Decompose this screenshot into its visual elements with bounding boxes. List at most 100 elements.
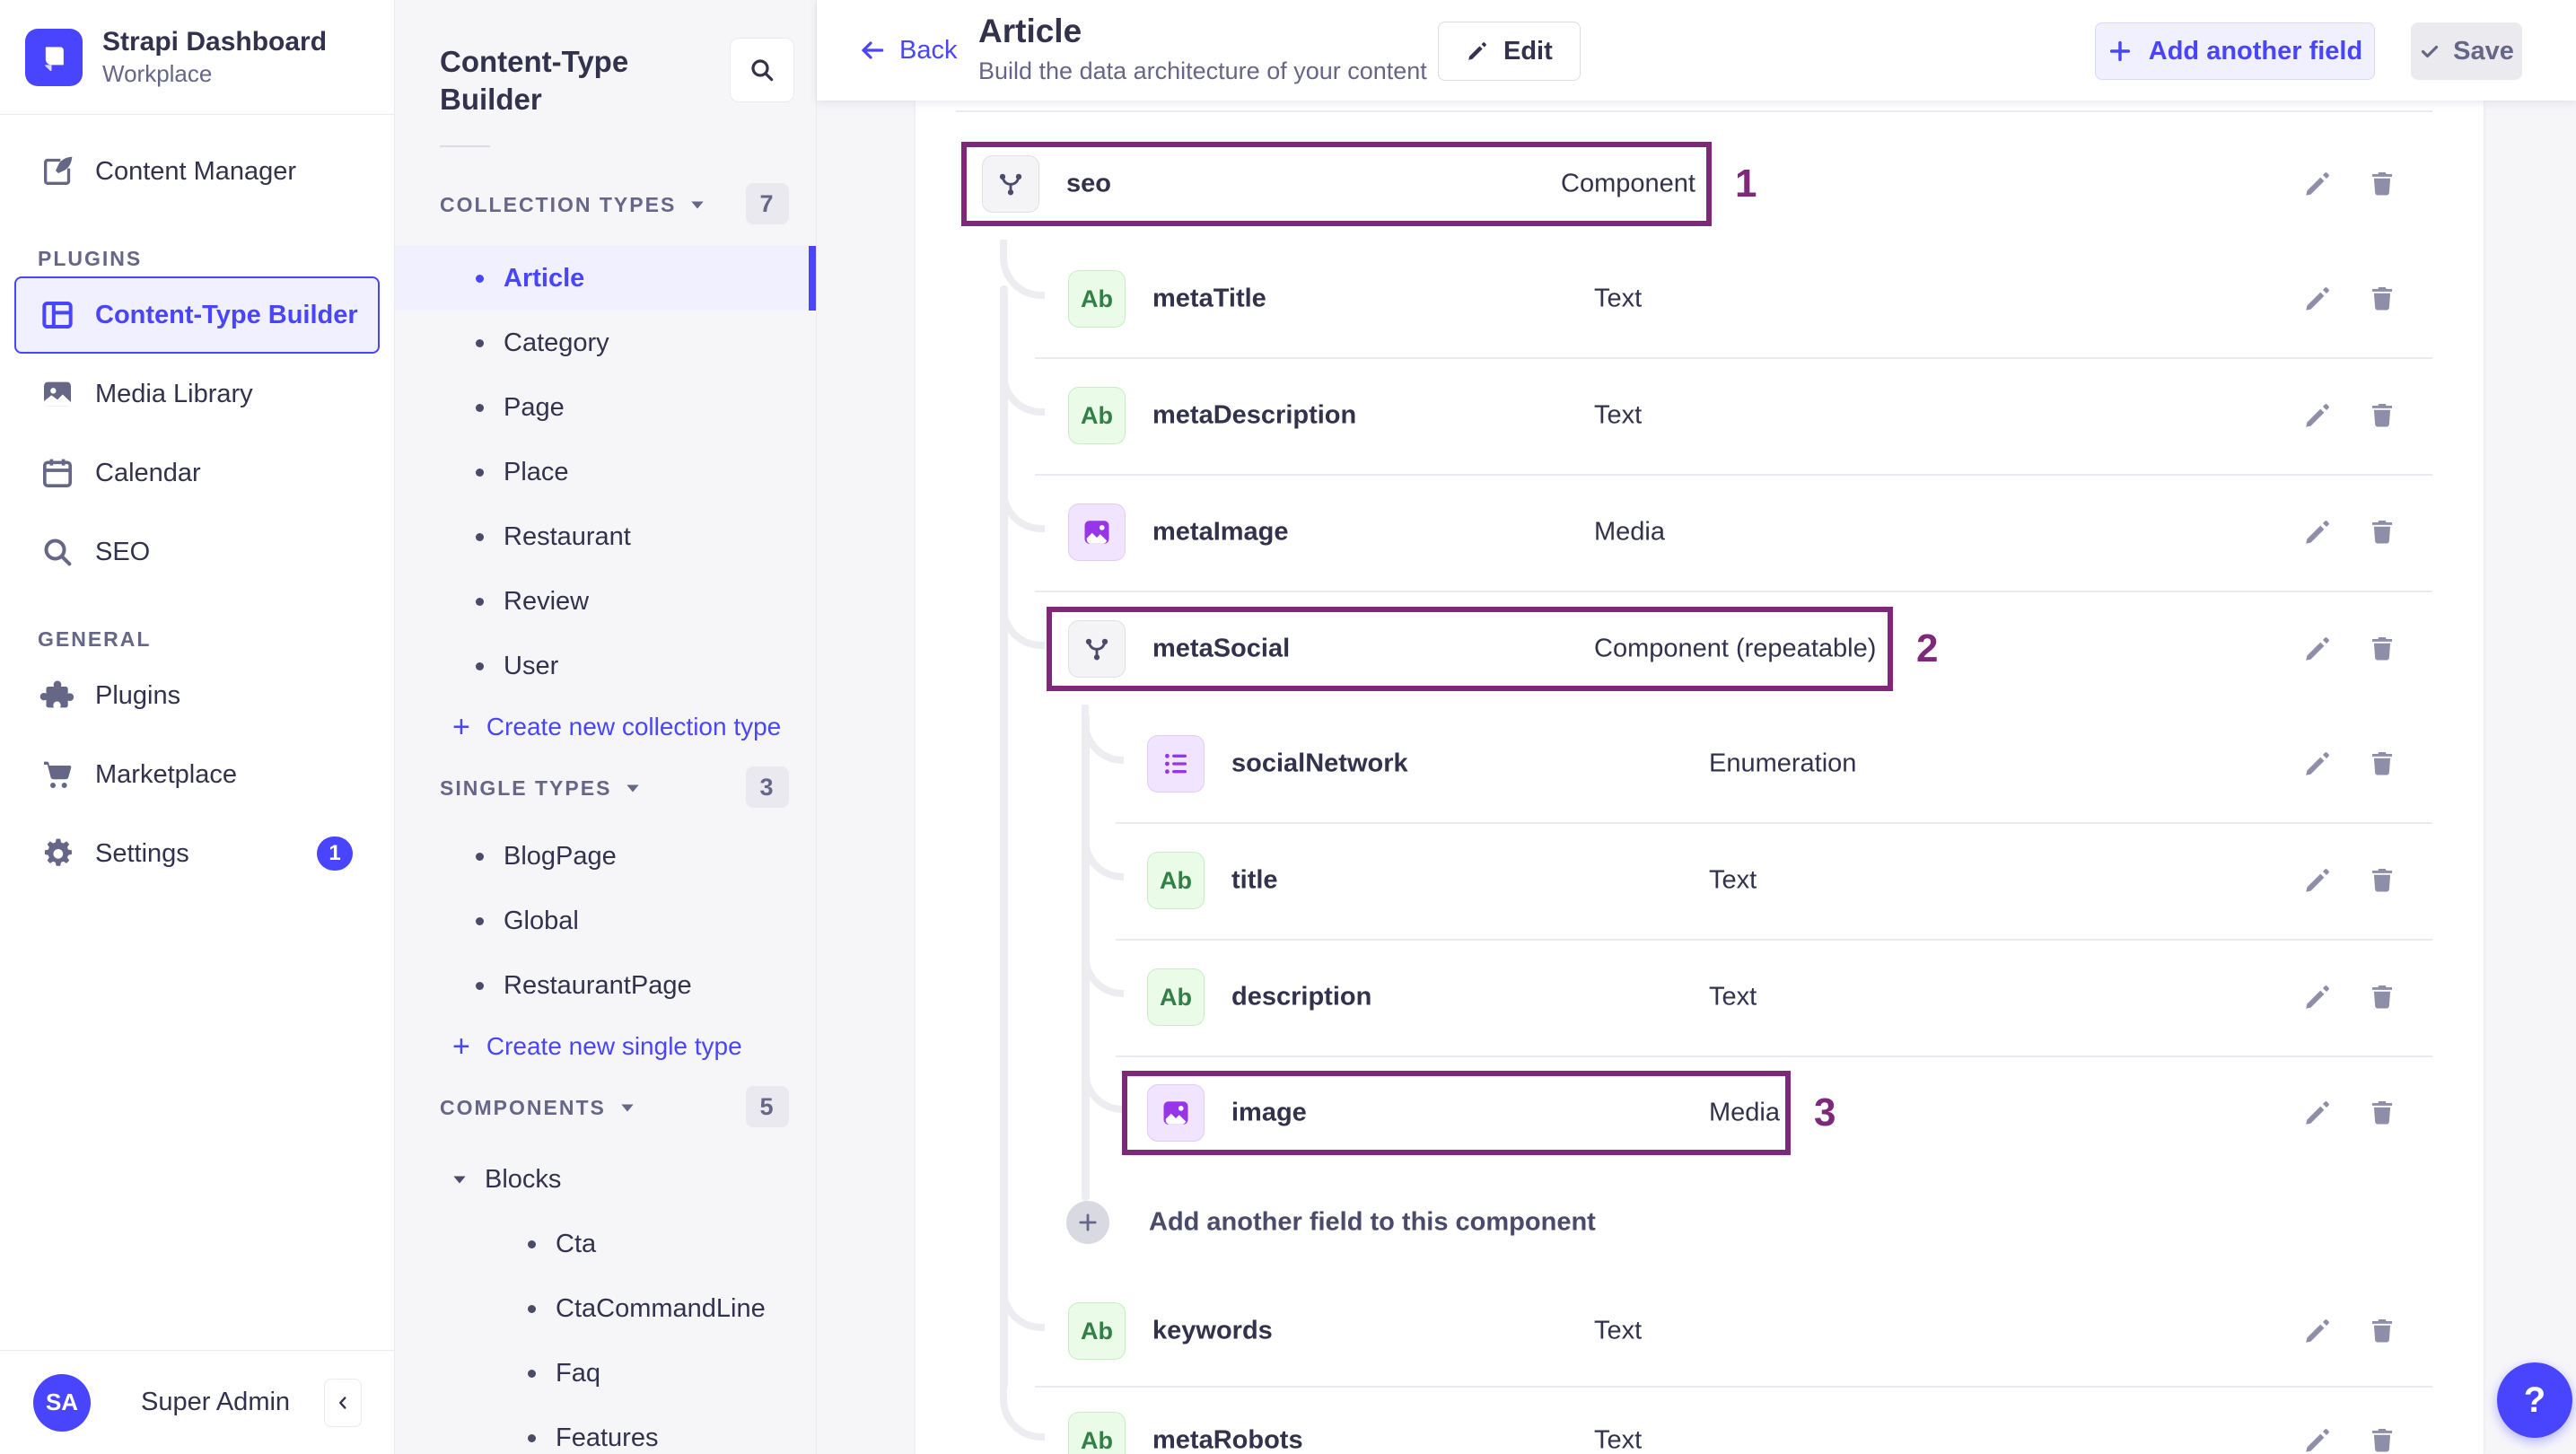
trash-icon — [2367, 749, 2397, 779]
search-button[interactable] — [730, 38, 794, 102]
sidebar-item-marketplace[interactable]: Marketplace — [14, 736, 380, 813]
group-title: COLLECTION TYPES — [440, 192, 677, 216]
help-button[interactable]: ? — [2497, 1362, 2572, 1438]
delete-field-button[interactable] — [2361, 162, 2404, 206]
bullet-icon — [476, 661, 484, 670]
bullet-icon — [476, 981, 484, 990]
sidebar-item-restaurantpage[interactable]: RestaurantPage — [395, 953, 816, 1018]
field-name: metaTitle — [1152, 284, 1266, 313]
field-name: keywords — [1152, 1316, 1273, 1345]
edit-field-button[interactable] — [2296, 511, 2339, 554]
add-field-to-component-label[interactable]: Add another field to this component — [1149, 1208, 1596, 1238]
sidebar-item-label: Settings — [95, 838, 189, 868]
item-label: RestaurantPage — [504, 970, 692, 1000]
edit-field-button[interactable] — [2296, 859, 2339, 902]
delete-field-button[interactable] — [2361, 1309, 2404, 1353]
sidebar-item-calendar[interactable]: Calendar — [14, 434, 380, 512]
collapse-sidebar-button[interactable] — [324, 1378, 362, 1427]
panel-title: Content-Type Builder — [440, 45, 629, 116]
sidebar-item-article[interactable]: Article — [395, 246, 816, 311]
trash-icon — [2367, 517, 2397, 547]
delete-field-button[interactable] — [2361, 976, 2404, 1019]
pencil-icon — [2302, 1316, 2333, 1346]
pencil-icon — [2302, 400, 2333, 431]
sidebar-item-place[interactable]: Place — [395, 440, 816, 504]
divider — [1116, 822, 2432, 824]
sidebar-item-review[interactable]: Review — [395, 569, 816, 634]
create-new-type-link[interactable]: + Create new collection type — [395, 698, 816, 756]
sidebar-item-label: SEO — [95, 537, 151, 566]
divider — [1035, 357, 2432, 359]
panel-groups: COLLECTION TYPES 7 Article Category Page Plac… — [395, 183, 816, 1454]
sidebar-item-user[interactable]: User — [395, 634, 816, 698]
sidebar-item-faq[interactable]: Faq — [395, 1341, 816, 1406]
create-new-type-link[interactable]: + Create new single type — [395, 1018, 816, 1075]
sidebar-item-features[interactable]: Features — [395, 1406, 816, 1454]
field-type: Media — [1594, 517, 1665, 547]
annotation-box-1 — [961, 142, 1712, 226]
edit-button[interactable]: Edit — [1438, 22, 1581, 81]
caret-down-icon — [620, 1103, 635, 1113]
delete-field-button[interactable] — [2361, 277, 2404, 320]
add-another-field-button[interactable]: Add another field — [2095, 22, 2375, 80]
sidebar-item-label: Content Manager — [95, 156, 297, 186]
sidebar-item-ctacommandline[interactable]: CtaCommandLine — [395, 1276, 816, 1341]
gear-icon — [39, 836, 75, 872]
sidebar-item-page[interactable]: Page — [395, 375, 816, 440]
plus-icon: + — [452, 710, 470, 744]
brand: Strapi Dashboard Workplace — [0, 0, 394, 115]
sidebar-item-plugins[interactable]: Plugins — [14, 657, 380, 734]
delete-field-button[interactable] — [2361, 742, 2404, 785]
edit-field-button[interactable] — [2296, 162, 2339, 206]
edit-field-button[interactable] — [2296, 1091, 2339, 1134]
edit-field-button[interactable] — [2296, 277, 2339, 320]
sidebar-item-restaurant[interactable]: Restaurant — [395, 504, 816, 569]
sidebar-item-seo[interactable]: SEO — [14, 513, 380, 591]
create-link-label: Create new single type — [486, 1032, 742, 1060]
group-header-components[interactable]: COMPONENTS 5 — [395, 1086, 816, 1127]
group-header-single-types[interactable]: SINGLE TYPES 3 — [395, 766, 816, 808]
sidebar-item-label: Marketplace — [95, 759, 237, 789]
edit-field-button[interactable] — [2296, 394, 2339, 437]
edit-field-button[interactable] — [2296, 627, 2339, 670]
search-icon — [748, 56, 776, 84]
sidebar-item-label: Calendar — [95, 458, 201, 487]
pencil-icon — [2302, 517, 2333, 547]
trash-icon — [2367, 1316, 2397, 1346]
edit-field-button[interactable] — [2296, 976, 2339, 1019]
sidebar-item-cta[interactable]: Cta — [395, 1212, 816, 1276]
content-manager-icon — [39, 153, 75, 189]
nav-section-title: PLUGINS — [38, 246, 143, 270]
sidebar-item-category[interactable]: Category — [395, 311, 816, 375]
add-field-to-component-button[interactable] — [1066, 1201, 1109, 1244]
sidebar-item-blogpage[interactable]: BlogPage — [395, 824, 816, 889]
bullet-icon — [476, 403, 484, 412]
field-type: Text — [1594, 400, 1643, 430]
delete-field-button[interactable] — [2361, 627, 2404, 670]
save-button[interactable]: Save — [2411, 22, 2522, 80]
edit-field-button[interactable] — [2296, 1419, 2339, 1454]
trash-icon — [2367, 284, 2397, 314]
title-block: Article Build the data architecture of y… — [978, 13, 1427, 85]
edit-field-button[interactable] — [2296, 1309, 2339, 1353]
tree-trunk-icon — [1000, 285, 1008, 1389]
back-link[interactable]: Back — [858, 0, 957, 101]
delete-field-button[interactable] — [2361, 1091, 2404, 1134]
delete-field-button[interactable] — [2361, 1419, 2404, 1454]
delete-field-button[interactable] — [2361, 394, 2404, 437]
group-title: COMPONENTS — [440, 1095, 606, 1119]
delete-field-button[interactable] — [2361, 859, 2404, 902]
sidebar-item-content-manager[interactable]: Content Manager — [14, 133, 380, 210]
sidebar-item-media-library[interactable]: Media Library — [14, 355, 380, 433]
sidebar-item-settings[interactable]: Settings 1 — [14, 815, 380, 892]
edit-field-button[interactable] — [2296, 742, 2339, 785]
component-category-blocks[interactable]: Blocks — [395, 1147, 816, 1212]
chevron-left-icon — [333, 1393, 353, 1413]
field-name: title — [1231, 865, 1278, 895]
delete-field-button[interactable] — [2361, 511, 2404, 554]
sidebar-item-content-type-builder[interactable]: Content-Type Builder — [14, 276, 380, 354]
sidebar-item-global[interactable]: Global — [395, 889, 816, 953]
enumeration-field-icon — [1147, 735, 1205, 793]
item-label: BlogPage — [504, 841, 617, 871]
group-header-collection-types[interactable]: COLLECTION TYPES 7 — [395, 183, 816, 224]
